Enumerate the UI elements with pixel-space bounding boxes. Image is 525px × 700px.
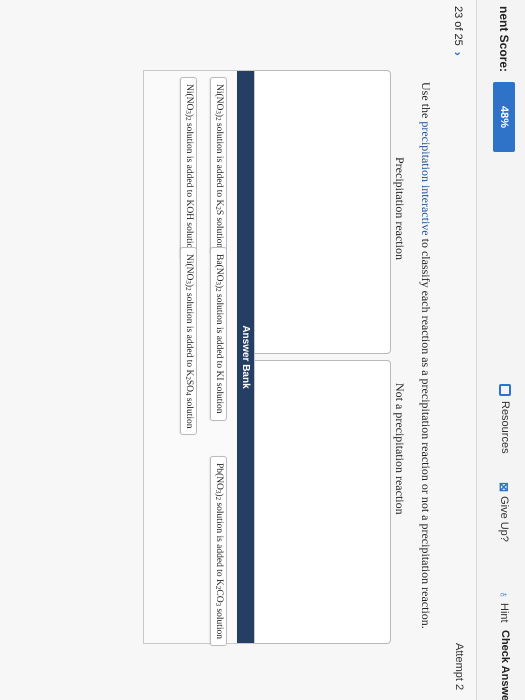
formula-text: Ni(NO: [214, 84, 224, 111]
hint-label: Hint: [498, 603, 510, 623]
precipitation-drop-zone[interactable]: [247, 70, 391, 354]
not-precipitation-bin-title: Not a precipitation reaction: [393, 383, 407, 515]
score-badge: 48%: [493, 82, 515, 152]
answer-chip-ba-ki[interactable]: Ba(NO3)2 solution is added to KI solutio…: [210, 247, 227, 421]
attempt-label: Attempt 2: [453, 643, 465, 691]
top-bar: nent Score: 48% Resources ⊠ Give Up? ♁ H…: [476, 0, 525, 700]
question-position: 23 of 25: [452, 6, 464, 46]
formula-text: solution: [214, 606, 224, 640]
formula-text: Pb(NO: [214, 463, 224, 490]
formula-text: solution: [184, 395, 194, 429]
document-icon: [499, 384, 511, 396]
formula-text: Ni(NO: [184, 84, 194, 111]
assignment-score-label: nent Score:: [497, 6, 511, 73]
give-up-icon: ⊠: [497, 482, 511, 493]
precipitation-bin-title: Precipitation reaction: [393, 157, 407, 260]
hint-button[interactable]: ♁ Hint: [497, 590, 511, 623]
formula-text: solution is added to KI solution: [214, 291, 224, 414]
lightbulb-icon: ♁: [497, 590, 511, 599]
give-up-button[interactable]: ⊠ Give Up?: [497, 482, 511, 542]
formula-text: solution is added to K: [214, 120, 224, 207]
formula-text: Ba(NO: [214, 254, 224, 282]
answer-chip-pb-k2co3[interactable]: Pb(NO3)2 solution is added to K2CO3 solu…: [210, 456, 227, 647]
check-answer-button[interactable]: Check Answer: [499, 630, 511, 700]
chevron-right-icon[interactable]: ›: [451, 52, 465, 56]
give-up-label: Give Up?: [498, 496, 510, 542]
formula-text: SO: [184, 379, 194, 392]
formula-text: CO: [214, 589, 224, 603]
resources-button[interactable]: Resources: [499, 384, 511, 454]
not-precipitation-drop-zone[interactable]: [247, 360, 391, 644]
resources-label: Resources: [499, 401, 511, 454]
prompt-text-end: to classify each reaction as a precipita…: [419, 235, 433, 629]
answer-chip-ni-k2so4[interactable]: Ni(NO3)2 solution is added to K2SO4 solu…: [180, 247, 197, 436]
formula-text: solution is added to KOH solution: [184, 120, 194, 254]
question-prompt: Use the precipitation interactive to cla…: [418, 82, 433, 629]
answer-chip-ni-k2s[interactable]: Ni(NO3)2 solution is added to K2S soluti…: [210, 77, 227, 256]
answer-bank: Answer Bank Ni(NO3)2 solution is added t…: [143, 70, 255, 647]
formula-text: S solution: [214, 209, 224, 249]
question-nav: 23 of 25 ›: [451, 6, 465, 56]
formula-text: solution is added to K: [184, 290, 194, 377]
answer-bank-title: Answer Bank: [237, 71, 254, 643]
formula-text: solution is added to K: [214, 500, 224, 586]
assignment-page: nent Score: 48% Resources ⊠ Give Up? ♁ H…: [0, 0, 525, 700]
formula-text: Ni(NO: [184, 254, 194, 281]
answer-chip-ni-koh[interactable]: Ni(NO3)2 solution is added to KOH soluti…: [180, 77, 197, 261]
precipitation-interactive-link[interactable]: precipitation interactive: [419, 121, 433, 235]
photo-frame: nent Score: 48% Resources ⊠ Give Up? ♁ H…: [0, 0, 525, 700]
prompt-text-start: Use the: [419, 82, 433, 122]
